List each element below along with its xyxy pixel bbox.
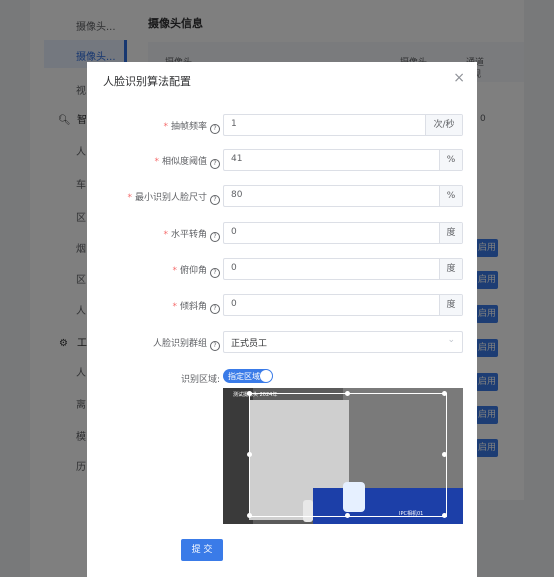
similarity-input[interactable]: 41 % (223, 149, 463, 171)
help-icon[interactable]: ? (210, 341, 220, 351)
region-label: 识别区域: (180, 375, 220, 385)
help-icon[interactable]: ? (210, 268, 220, 278)
pitch-angle-unit: 度 (439, 259, 462, 279)
switch-knob (260, 370, 272, 382)
face-recognition-config-dialog: 人脸识别算法配置 × * 抽帧频率? 1 次/秒 * 相似度阈值? 41 % * 最小… (87, 62, 477, 577)
help-icon[interactable]: ? (210, 304, 220, 314)
region-selection-box[interactable] (249, 393, 447, 517)
face-group-row: 人脸识别群组? 正式员工 ⌄ (87, 331, 477, 353)
resize-handle[interactable] (345, 513, 350, 518)
min-face-label: * 最小识别人脸尺寸? (127, 190, 220, 205)
tilt-angle-input[interactable]: 0 度 (223, 294, 463, 316)
horizontal-angle-label: * 水平转角? (163, 227, 220, 242)
chevron-down-icon: ⌄ (447, 335, 455, 345)
resize-handle[interactable] (442, 452, 447, 457)
help-icon[interactable]: ? (210, 124, 220, 134)
pitch-angle-input[interactable]: 0 度 (223, 258, 463, 280)
resize-handle[interactable] (345, 391, 350, 396)
min-face-input[interactable]: 80 % (223, 185, 463, 207)
resize-handle[interactable] (247, 391, 252, 396)
resize-handle[interactable] (442, 513, 447, 518)
dialog-title: 人脸识别算法配置 (103, 75, 191, 88)
pitch-angle-label: * 俯仰角? (172, 263, 220, 278)
region-switch[interactable]: 指定区域 (223, 369, 273, 383)
frame-rate-row: * 抽帧频率? 1 次/秒 (87, 114, 477, 136)
help-icon[interactable]: ? (210, 195, 220, 205)
similarity-unit: % (439, 150, 462, 170)
submit-button[interactable]: 提 交 (181, 539, 223, 561)
tilt-angle-row: * 倾斜角? 0 度 (87, 294, 477, 316)
frame-rate-label: * 抽帧频率? (163, 119, 220, 134)
resize-handle[interactable] (442, 391, 447, 396)
tilt-angle-unit: 度 (439, 295, 462, 315)
min-face-unit: % (439, 186, 462, 206)
face-group-label: 人脸识别群组? (153, 336, 220, 351)
resize-handle[interactable] (247, 452, 252, 457)
resize-handle[interactable] (247, 513, 252, 518)
pitch-angle-row: * 俯仰角? 0 度 (87, 258, 477, 280)
frame-rate-input[interactable]: 1 次/秒 (223, 114, 463, 136)
face-group-select[interactable]: 正式员工 ⌄ (223, 331, 463, 353)
frame-rate-unit: 次/秒 (425, 115, 462, 135)
horizontal-angle-input[interactable]: 0 度 (223, 222, 463, 244)
similarity-label: * 相似度阈值? (154, 154, 220, 169)
close-icon[interactable]: × (453, 70, 465, 86)
horizontal-angle-unit: 度 (439, 223, 462, 243)
min-face-row: * 最小识别人脸尺寸? 80 % (87, 185, 477, 207)
tilt-angle-label: * 倾斜角? (172, 299, 220, 314)
horizontal-angle-row: * 水平转角? 0 度 (87, 222, 477, 244)
help-icon[interactable]: ? (210, 159, 220, 169)
camera-preview[interactable]: 测试摄像头 2024年 IPC相机01 (223, 388, 463, 524)
help-icon[interactable]: ? (210, 232, 220, 242)
similarity-row: * 相似度阈值? 41 % (87, 149, 477, 171)
